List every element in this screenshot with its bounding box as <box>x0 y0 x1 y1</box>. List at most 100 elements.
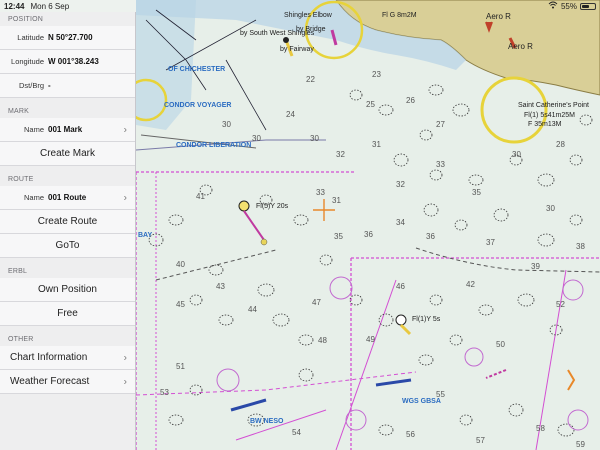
depth-label: 50 <box>496 340 505 349</box>
route-name-row[interactable]: Name 001 Route › <box>0 186 135 210</box>
wifi-icon <box>548 1 558 11</box>
cable-line-east <box>415 247 600 273</box>
ship-of-chichester: OF CHICHESTER <box>168 66 226 73</box>
bw-neso-label: BW NESO <box>250 418 284 425</box>
free-button[interactable]: Free <box>0 302 135 326</box>
depth-label: 32 <box>396 180 405 189</box>
st-catherine-range: F 35m13M <box>528 121 562 128</box>
weather-forecast-label: Weather Forecast <box>10 376 90 387</box>
chart-information-label: Chart Information <box>10 352 88 363</box>
battery-icon <box>580 2 596 10</box>
depth-label: 36 <box>426 232 435 241</box>
depth-label: 27 <box>436 120 445 129</box>
depth-label: 35 <box>334 232 343 241</box>
depth-label: 49 <box>366 335 375 344</box>
light-characteristic-top: Fl G 8m2M <box>382 12 417 19</box>
ship-condor-liberation: CONDOR LIBERATION <box>176 142 252 149</box>
mark-name-label: Name <box>23 125 44 134</box>
bay-label: BAY <box>138 232 153 239</box>
depth-label: 33 <box>316 188 325 197</box>
create-route-button[interactable]: Create Route <box>0 210 135 234</box>
depth-label: 26 <box>406 96 415 105</box>
section-header-other: OTHER <box>8 336 34 343</box>
shingles-elbow-label: Shingles Elbow <box>284 12 332 19</box>
longitude-row: Longitude W 001°38.243 <box>0 50 135 74</box>
mark-name-value: 001 Mark <box>48 125 83 134</box>
depth-label: 56 <box>406 430 415 439</box>
depth-label: 31 <box>372 140 381 149</box>
buoy-fl1y-icon <box>395 314 412 336</box>
chart-map[interactable]: 33 31 30 32 31 25 35 36 34 36 30 30 30 4… <box>136 0 600 450</box>
status-time: 12:44 <box>4 1 25 11</box>
aero-light-label-2: Aero R <box>508 42 533 51</box>
wgs-gbsa-label: WGS GBSA <box>402 398 441 405</box>
depth-label: 30 <box>546 204 555 213</box>
buoy-circles <box>216 276 589 431</box>
depth-label: 35 <box>472 188 481 197</box>
depth-label: 24 <box>286 110 295 119</box>
st-catherine-label: Saint Catherine's Point <box>518 102 589 109</box>
battery-percentage: 55% <box>560 1 577 11</box>
depth-label: 45 <box>176 300 185 309</box>
chevron-right-icon: › <box>123 124 127 135</box>
depth-label: 41 <box>196 192 205 201</box>
depth-label: 46 <box>396 282 405 291</box>
depth-label: 31 <box>332 196 341 205</box>
depth-label: 25 <box>366 100 375 109</box>
status-bar: 12:44 Mon 6 Sep 55% <box>0 0 600 12</box>
depth-label: 28 <box>556 140 565 149</box>
depth-label: 34 <box>396 218 405 227</box>
own-position-button[interactable]: Own Position <box>0 278 135 302</box>
status-right: 55% <box>548 1 596 11</box>
goto-button[interactable]: GoTo <box>0 234 135 258</box>
battery-fill <box>582 4 589 8</box>
create-mark-button[interactable]: Create Mark <box>0 142 135 166</box>
diagonal-boundary <box>335 279 397 450</box>
depth-label: 52 <box>556 300 565 309</box>
route-name-value: 001 Route <box>48 193 87 202</box>
depth-label: 37 <box>486 238 495 247</box>
ship-condor-voyager: CONDOR VOYAGER <box>164 102 232 109</box>
depth-label: 43 <box>216 282 225 291</box>
latitude-value: N 50°27.700 <box>48 33 93 42</box>
section-header-position: POSITION <box>8 16 44 23</box>
depth-label: 32 <box>336 150 345 159</box>
diagonal-boundary-2 <box>535 269 567 450</box>
light-sector-arc-st-catherine <box>480 76 548 144</box>
dstbrg-value: - <box>48 81 51 90</box>
arrow-icon <box>485 369 507 379</box>
depth-label: 58 <box>536 424 545 433</box>
depth-label: 30 <box>310 134 319 143</box>
depth-label: 53 <box>160 388 169 397</box>
diagonal-boundary-3 <box>235 409 327 441</box>
chevron-right-icon: › <box>123 192 127 203</box>
aero-light-label: Aero R <box>486 12 511 21</box>
depth-label: 57 <box>476 436 485 445</box>
depth-label: 40 <box>176 260 185 269</box>
dstbrg-label: Dst/Brg <box>18 81 44 90</box>
section-header-erbl: ERBL <box>8 268 28 275</box>
depth-label: 39 <box>531 262 540 271</box>
depth-label: 44 <box>248 305 257 314</box>
depth-label: 22 <box>306 75 315 84</box>
longitude-label: Longitude <box>11 57 44 66</box>
status-date: Mon 6 Sep <box>30 1 70 11</box>
longitude-value: W 001°38.243 <box>48 57 99 66</box>
chevron-right-icon: › <box>123 352 127 363</box>
mark-name-row[interactable]: Name 001 Mark › <box>0 118 135 142</box>
chart-information-item[interactable]: Chart Information › <box>0 346 135 370</box>
shallow-water-west <box>136 0 196 130</box>
st-catherine-light: Fl(1) 5s41m25M <box>524 112 575 119</box>
depth-label: 33 <box>436 160 445 169</box>
traffic-lane <box>136 371 417 396</box>
depth-label: 51 <box>176 362 185 371</box>
depth-label: 36 <box>364 230 373 239</box>
section-header-mark: MARK <box>8 108 30 115</box>
buoy-fl5y-label: Fl(5)Y 20s <box>256 203 289 210</box>
latitude-label: Latitude <box>17 33 44 42</box>
depth-label: 42 <box>466 280 475 289</box>
depth-label: 38 <box>576 242 585 251</box>
weather-forecast-item[interactable]: Weather Forecast › <box>0 370 135 394</box>
depth-label: 47 <box>312 298 321 307</box>
depth-label: 30 <box>222 120 231 129</box>
